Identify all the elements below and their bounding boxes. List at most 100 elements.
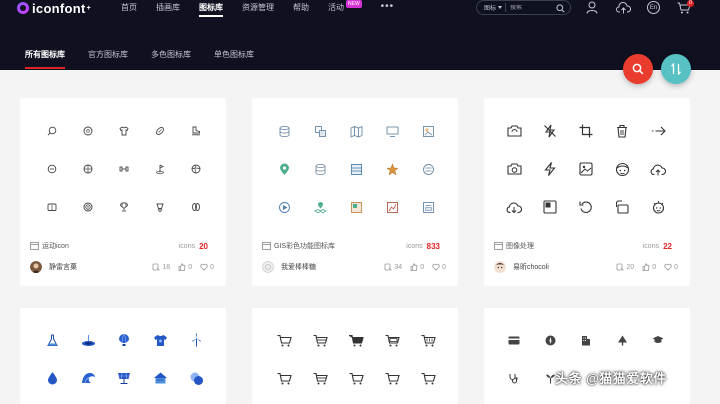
top-bar: iconfont + 首页 插画库 图标库 资源管理 帮助 活动 NEW ••• 图… <box>0 0 720 70</box>
library-icon <box>494 242 503 250</box>
image-gallery-icon <box>576 159 596 179</box>
search-category-select[interactable]: 图标 <box>477 3 507 12</box>
icons-label: icons <box>642 242 660 250</box>
compass-icon <box>540 330 560 350</box>
avatar[interactable] <box>262 261 274 273</box>
crop-icon <box>576 121 596 141</box>
tab-all-libraries[interactable]: 所有图标库 <box>25 49 65 69</box>
favorites-stat[interactable]: 20 <box>616 263 634 271</box>
shopping-cart-icon <box>382 330 402 350</box>
floating-sort-button[interactable] <box>661 54 691 84</box>
tab-monochrome-libraries[interactable]: 单色图标库 <box>214 49 254 60</box>
iconfont-logo[interactable]: iconfont + <box>17 0 91 16</box>
author-name[interactable]: 我爱棒棒糖 <box>281 262 316 272</box>
card-stats: 34 0 0 <box>376 263 446 271</box>
likes-stat[interactable]: 0 <box>642 263 656 271</box>
scoreboard-icon <box>42 197 62 217</box>
upload-cloud-icon[interactable] <box>616 1 631 14</box>
layout-icon <box>540 197 560 217</box>
author-name[interactable]: 静雷言菓 <box>49 262 77 272</box>
shopping-cart-icon <box>310 330 330 350</box>
tab-multicolor-libraries[interactable]: 多色图标库 <box>151 49 191 60</box>
folded-map-icon <box>346 121 366 141</box>
basketball-icon <box>78 159 98 179</box>
thumbs-up-icon <box>410 263 418 271</box>
favorite-icon <box>384 263 393 271</box>
library-title[interactable]: GIS彩色功能图标库 <box>274 241 335 251</box>
database-stack-icon <box>274 121 294 141</box>
play-circle-icon <box>274 197 294 217</box>
search-input[interactable] <box>510 4 555 11</box>
layers-grid-icon <box>310 121 330 141</box>
credit-card-icon <box>504 330 524 350</box>
cart-count-badge: 0 <box>687 0 694 7</box>
likes-stat[interactable]: 0 <box>178 263 192 271</box>
icon-library-card[interactable]: 图像处理 icons 22 易昕chocoli 20 0 0 <box>484 98 690 286</box>
tree-icon <box>612 330 632 350</box>
language-switch[interactable]: En <box>647 1 660 14</box>
report-icon <box>418 197 438 217</box>
favorites-stat[interactable]: 34 <box>384 263 402 271</box>
library-title[interactable]: 图像处理 <box>506 241 534 251</box>
chevron-down-icon <box>498 6 503 9</box>
map-document-icon <box>346 197 366 217</box>
shopping-cart-icon <box>382 368 402 388</box>
tent-icon <box>150 368 170 388</box>
card-meta: 图像处理 icons 22 <box>494 241 672 251</box>
avatar[interactable] <box>30 261 42 273</box>
building-icon <box>576 330 596 350</box>
icon-library-card[interactable] <box>484 308 690 404</box>
shopping-cart-icon <box>346 330 366 350</box>
tab-official-libraries[interactable]: 官方图标库 <box>88 49 128 60</box>
library-icon <box>30 242 39 250</box>
favorite-icon <box>616 263 625 271</box>
icon-library-card[interactable] <box>20 308 226 404</box>
library-icon <box>262 242 271 250</box>
hearts-stat[interactable]: 0 <box>200 263 214 271</box>
wind-turbine-icon <box>186 330 206 350</box>
search-box: 图标 <box>476 0 571 15</box>
star-icon <box>382 159 402 179</box>
icon-count: 20 <box>199 241 208 251</box>
card-footer: 我爱棒棒糖 34 0 0 <box>262 261 446 273</box>
floating-search-button[interactable] <box>623 54 653 84</box>
hearts-stat[interactable]: 0 <box>664 263 678 271</box>
user-icon[interactable] <box>586 1 598 14</box>
nav-home[interactable]: 首页 <box>121 2 137 13</box>
nav-events[interactable]: 活动 NEW <box>328 0 362 13</box>
server-db-icon <box>346 159 366 179</box>
new-badge: NEW <box>346 0 362 8</box>
logo-mark-icon <box>17 2 29 14</box>
icon-library-card[interactable]: GIS彩色功能图标库 icons 833 我爱棒棒糖 34 0 0 <box>252 98 458 286</box>
soccer-ball-icon <box>78 121 98 141</box>
likes-stat[interactable]: 0 <box>410 263 424 271</box>
sort-arrows-icon <box>671 63 681 75</box>
icon-count: 833 <box>426 241 440 251</box>
cloud-upload-icon <box>648 159 668 179</box>
shopping-cart-icon <box>418 368 438 388</box>
undo-rotate-icon <box>576 197 596 217</box>
icon-count: 22 <box>663 241 672 251</box>
search-icon[interactable] <box>556 4 565 13</box>
avatar[interactable] <box>494 261 506 273</box>
icons-label: icons <box>406 242 423 250</box>
library-title[interactable]: 运动icon <box>42 241 69 251</box>
nav-icon-library[interactable]: 图标库 <box>199 2 223 17</box>
icon-library-card[interactable]: 运动icon icons 20 静雷言菓 18 0 0 <box>20 98 226 286</box>
thumbs-up-icon <box>642 263 650 271</box>
hearts-stat[interactable]: 0 <box>432 263 446 271</box>
author-name[interactable]: 易昕chocoli <box>513 262 549 272</box>
dumbbell-icon <box>114 159 134 179</box>
nav-resource-management[interactable]: 资源管理 <box>242 2 274 13</box>
card-footer: 易昕chocoli 20 0 0 <box>494 261 678 273</box>
more-menu-icon[interactable]: ••• <box>381 1 395 12</box>
nav-illustrations[interactable]: 插画库 <box>156 2 180 13</box>
nav-help[interactable]: 帮助 <box>293 2 309 13</box>
icon-library-card[interactable] <box>252 308 458 404</box>
portal-icon <box>78 330 98 350</box>
shopping-cart-icon <box>346 368 366 388</box>
golf-flag-icon <box>150 159 170 179</box>
main-nav: 首页 插画库 图标库 资源管理 帮助 活动 NEW ••• <box>121 0 413 17</box>
favorites-stat[interactable]: 18 <box>152 263 170 271</box>
graduation-cap-icon <box>648 330 668 350</box>
